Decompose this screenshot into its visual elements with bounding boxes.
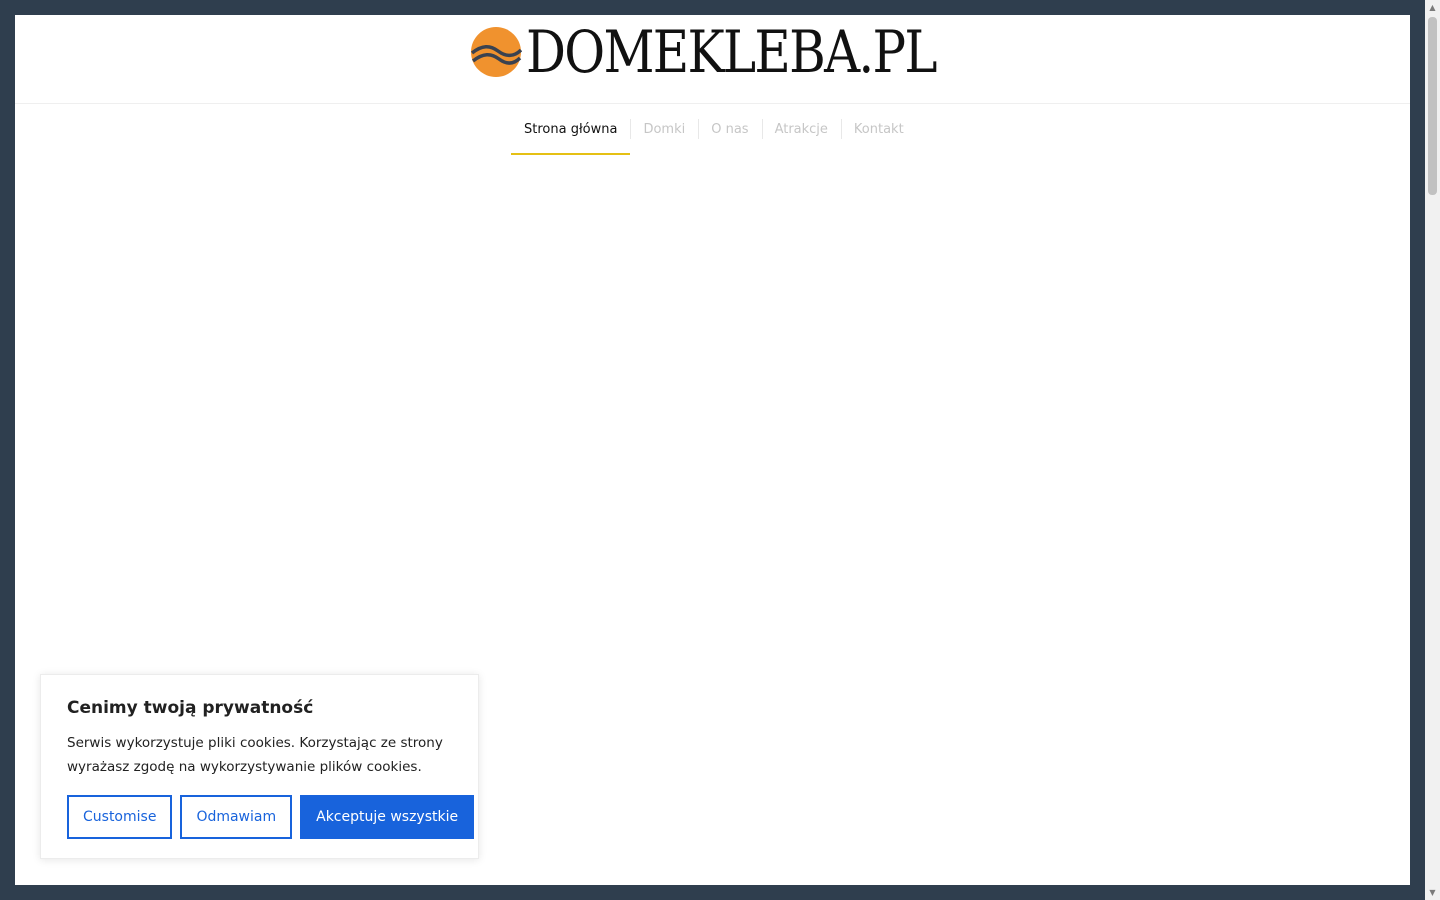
scroll-up-icon[interactable]: ▲ — [1425, 0, 1440, 15]
nav-item-kontakt[interactable]: Kontakt — [840, 104, 917, 155]
nav-item-strona-glowna[interactable]: Strona główna — [511, 104, 631, 155]
scroll-down-icon[interactable]: ▼ — [1425, 885, 1440, 900]
nav-item-atrakcje[interactable]: Atrakcje — [761, 104, 841, 155]
page-scrollbar[interactable]: ▲ ▼ — [1425, 0, 1440, 900]
cookie-buttons: Customise Odmawiam Akceptuje wszystkie — [67, 795, 475, 839]
sun-logo-icon — [470, 27, 522, 77]
reject-button[interactable]: Odmawiam — [180, 795, 293, 839]
cookie-consent-banner: Cenimy twoją prywatność Serwis wykorzyst… — [40, 674, 479, 859]
site-logo[interactable]: DOMEKLEBA.PL — [470, 22, 960, 82]
site-header: DOMEKLEBA.PL — [15, 15, 1410, 104]
customise-button[interactable]: Customise — [67, 795, 173, 839]
accept-all-button[interactable]: Akceptuje wszystkie — [300, 795, 475, 839]
cookie-title: Cenimy twoją prywatność — [67, 698, 314, 718]
nav-item-o-nas[interactable]: O nas — [698, 104, 761, 155]
main-nav: Strona główna Domki O nas Atrakcje Konta… — [511, 104, 917, 155]
nav-item-domki[interactable]: Domki — [630, 104, 698, 155]
cookie-description: Serwis wykorzystuje pliki cookies. Korzy… — [67, 735, 443, 775]
scrollbar-thumb[interactable] — [1428, 17, 1437, 195]
logo-wordmark: DOMEKLEBA.PL — [526, 18, 937, 86]
